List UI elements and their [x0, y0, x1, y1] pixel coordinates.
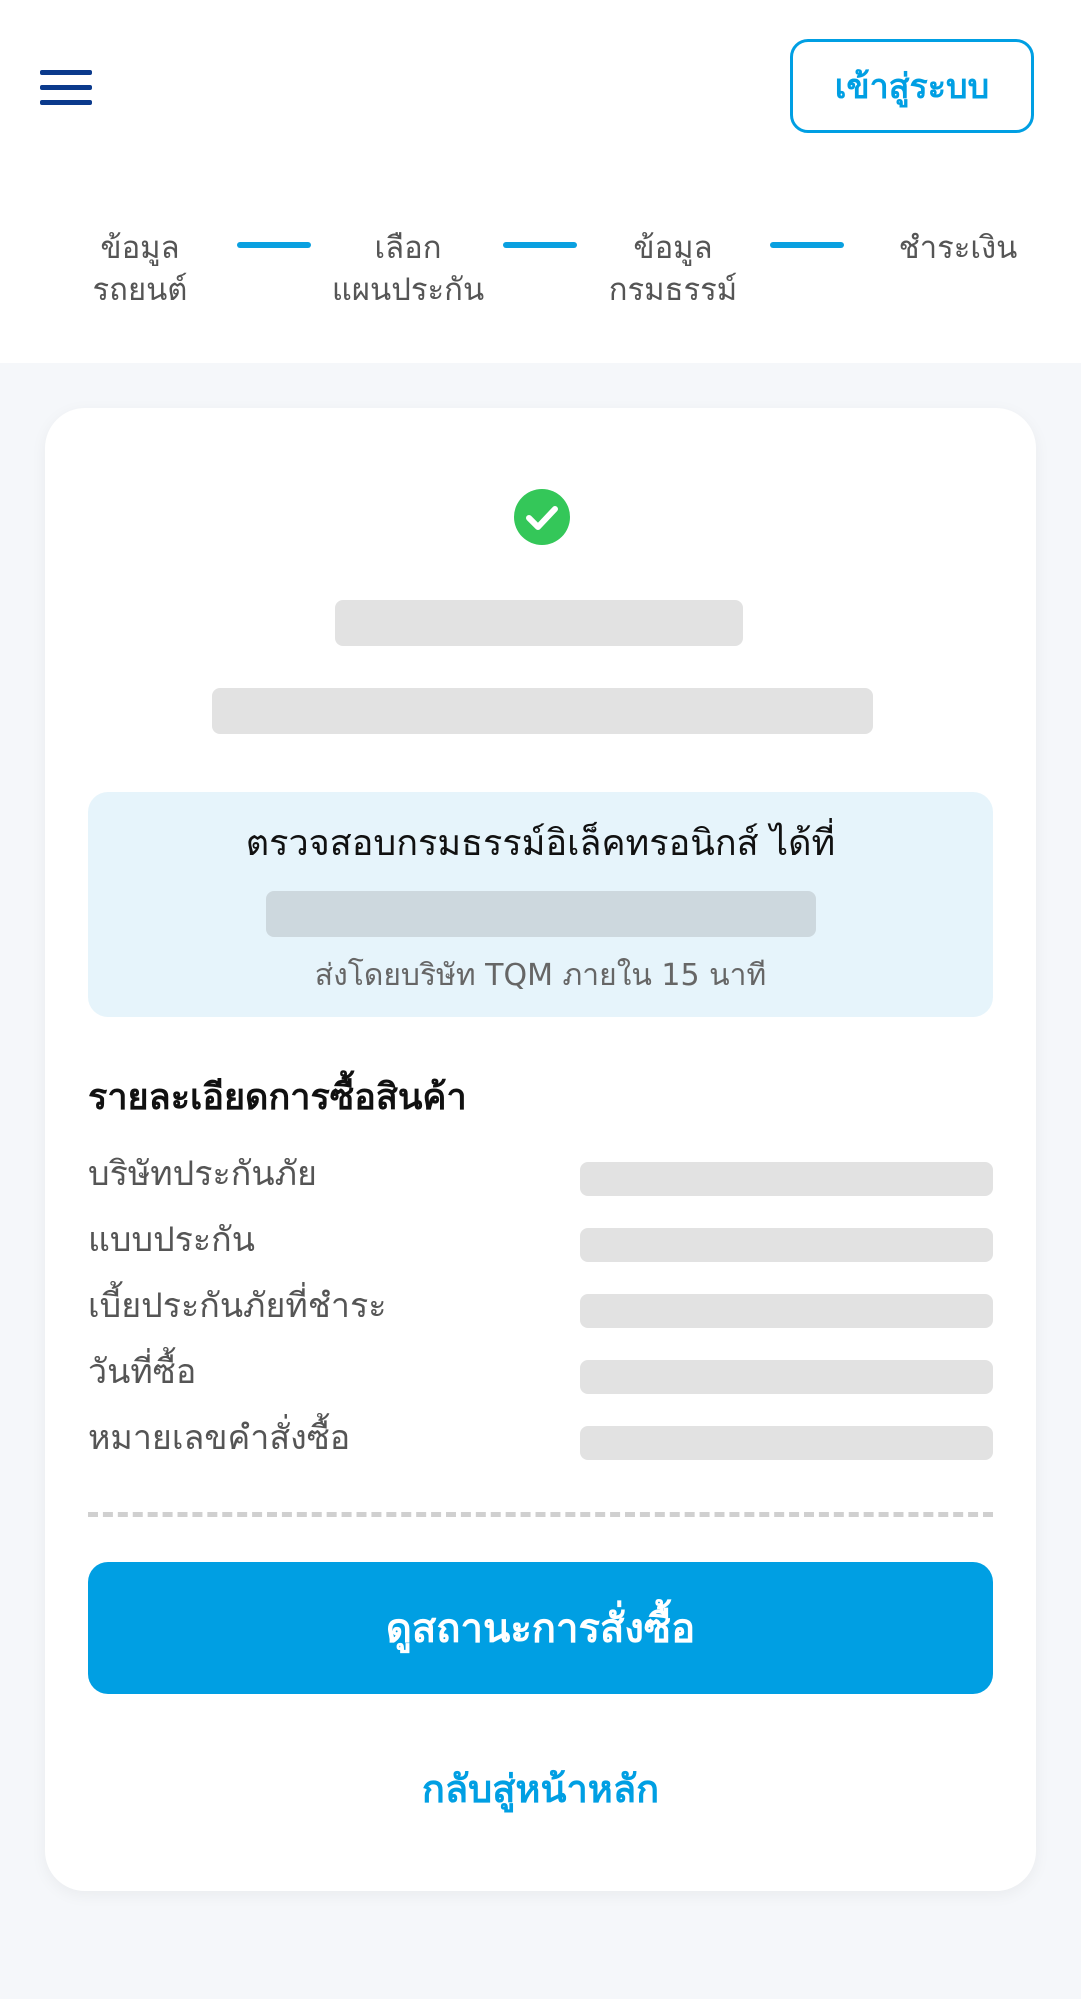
e-policy-info-box: ตรวจสอบกรมธรรม์อิเล็คทรอนิกส์ ได้ที่ ส่ง…	[88, 792, 993, 1017]
step-connector	[503, 242, 577, 248]
view-order-status-button[interactable]: ดูสถานะการสั่งซื้อ	[88, 1562, 993, 1694]
success-title-placeholder	[335, 600, 743, 646]
progress-stepper: ข้อมูล รถยนต์ เลือก แผนประกัน ข้อมูล กรม…	[0, 175, 1081, 363]
menu-bar-middle	[40, 85, 92, 90]
step-policy-info: ข้อมูล กรมธรรม์	[608, 230, 738, 308]
purchase-success-card: ตรวจสอบกรมธรรม์อิเล็คทรอนิกส์ ได้ที่ ส่ง…	[45, 408, 1036, 1891]
login-button[interactable]: เข้าสู่ระบบ	[790, 39, 1034, 133]
detail-label-premium: เบี้ยประกันภัยที่ชำระ	[88, 1286, 387, 1326]
detail-value-placeholder	[580, 1360, 993, 1394]
menu-bar-bottom	[40, 100, 92, 105]
detail-value-placeholder	[580, 1426, 993, 1460]
top-header: เข้าสู่ระบบ	[0, 0, 1081, 175]
e-policy-link-placeholder	[266, 891, 816, 937]
detail-value-placeholder	[580, 1228, 993, 1262]
back-to-home-link[interactable]: กลับสู่หน้าหลัก	[88, 1758, 993, 1819]
step-choose-plan: เลือก แผนประกัน	[331, 230, 485, 308]
hamburger-menu-icon[interactable]	[40, 70, 92, 106]
step-connector	[770, 242, 844, 248]
success-subtitle-placeholder	[212, 688, 873, 734]
menu-bar-top	[40, 70, 92, 75]
detail-value-placeholder	[580, 1162, 993, 1196]
dashed-divider	[88, 1512, 993, 1517]
detail-label-plan: แบบประกัน	[88, 1220, 256, 1260]
detail-label-order-number: หมายเลขคำสั่งซื้อ	[88, 1418, 351, 1458]
detail-label-purchase-date: วันที่ซื้อ	[88, 1352, 197, 1392]
step-car-info: ข้อมูล รถยนต์	[92, 230, 188, 308]
e-policy-note: ส่งโดยบริษัท TQM ภายใน 15 นาที	[314, 958, 767, 993]
step-payment: ชำระเงิน	[898, 230, 1018, 266]
purchase-details-title: รายละเอียดการซื้อสินค้า	[88, 1077, 467, 1118]
detail-value-placeholder	[580, 1294, 993, 1328]
check-circle-icon	[514, 489, 570, 545]
step-connector	[237, 242, 311, 248]
e-policy-title: ตรวจสอบกรมธรรม์อิเล็คทรอนิกส์ ได้ที่	[245, 823, 836, 864]
detail-label-insurer: บริษัทประกันภัย	[88, 1154, 317, 1194]
